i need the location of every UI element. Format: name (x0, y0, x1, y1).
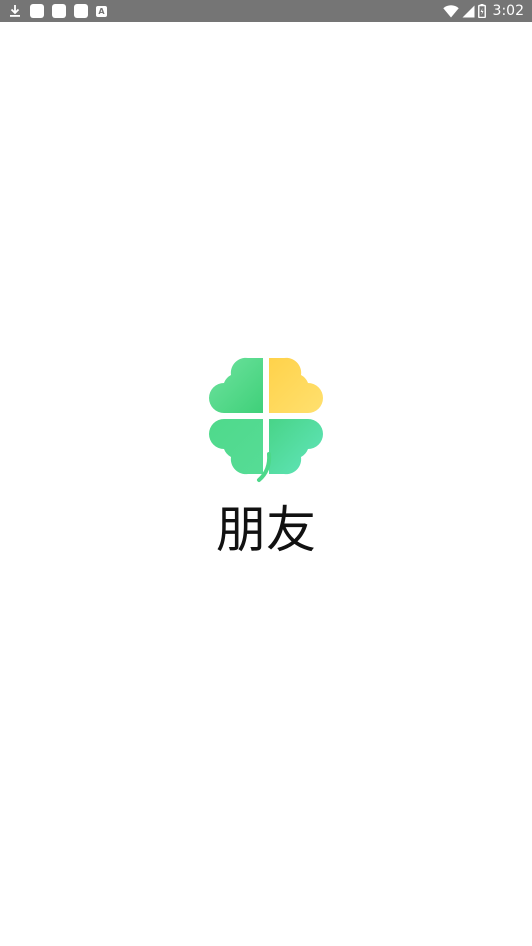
four-leaf-clover-icon (209, 357, 323, 482)
notification-square-icon (74, 4, 88, 18)
status-bar-left: A (8, 0, 115, 22)
notification-square-icon (52, 4, 66, 18)
signal-icon (462, 5, 475, 17)
clover-leaf-top-right (269, 357, 323, 413)
status-bar-right: 3:02 (442, 0, 524, 22)
clover-leaf-bottom-left (209, 419, 263, 475)
wifi-icon (442, 4, 459, 17)
status-time: 3:02 (492, 3, 524, 19)
status-bar: A 3:02 (0, 0, 532, 22)
download-icon (10, 5, 20, 17)
a-box-icon: A (96, 5, 107, 17)
battery-icon (477, 4, 486, 18)
app-name: 朋友 (216, 501, 316, 559)
notification-square-icon (30, 4, 44, 18)
clover-logo (206, 356, 326, 484)
clover-leaf-top-left (209, 357, 263, 413)
clover-leaf-bottom-right (269, 419, 323, 475)
